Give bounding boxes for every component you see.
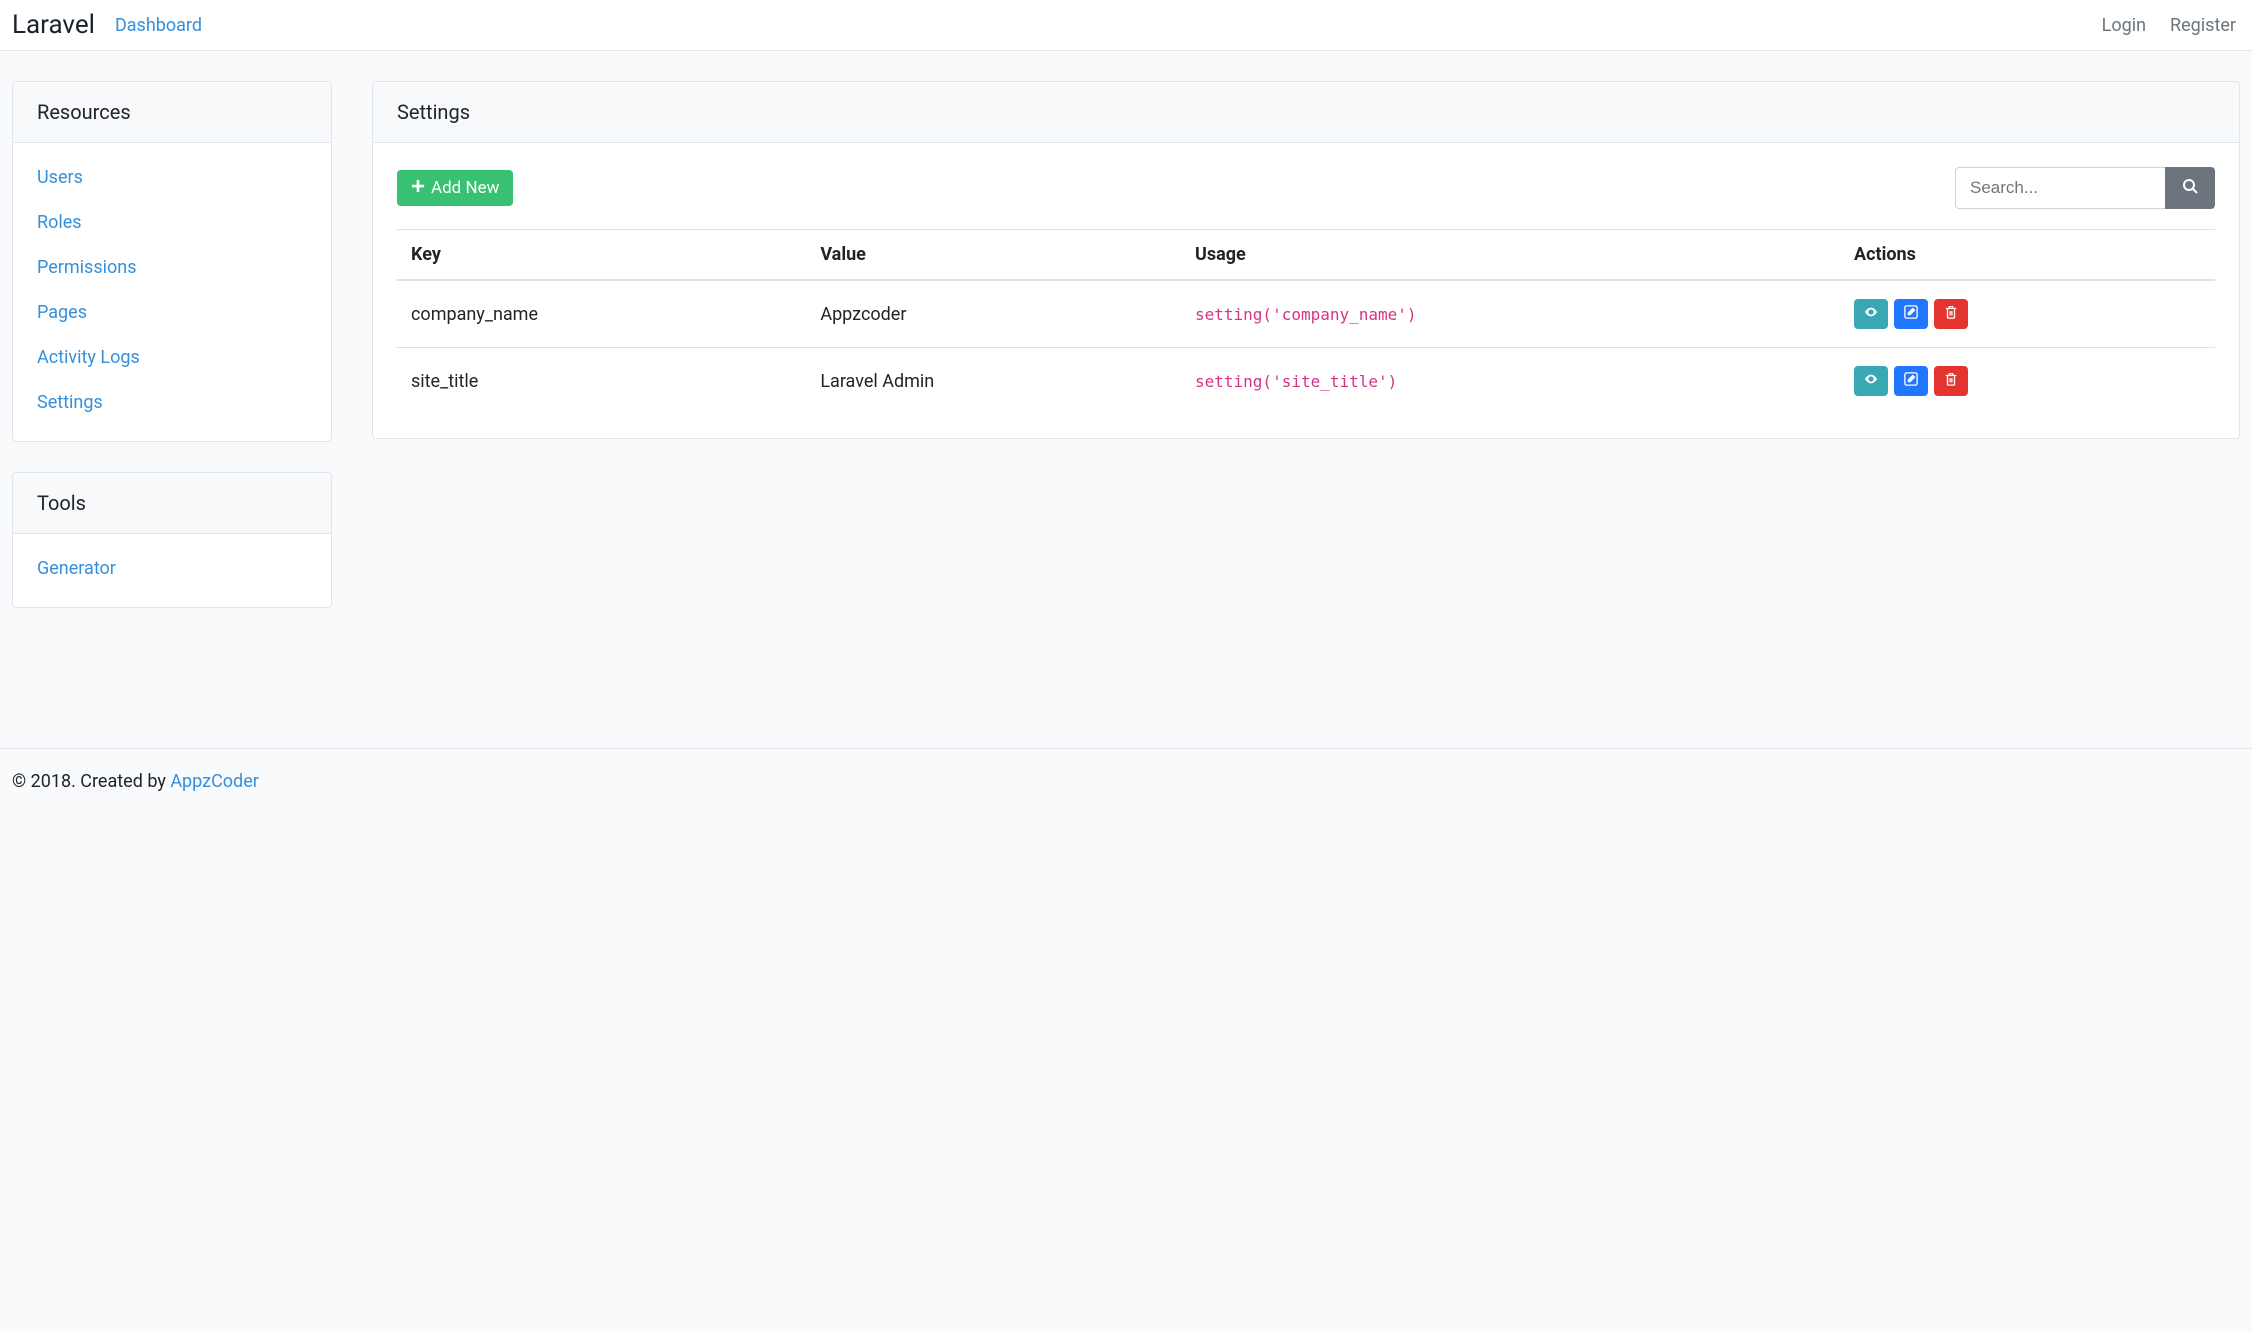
sidebar-item-permissions[interactable]: Permissions xyxy=(37,257,137,278)
plus-icon xyxy=(411,178,425,198)
cell-key: company_name xyxy=(397,280,806,348)
cell-value: Appzcoder xyxy=(806,280,1181,348)
sidebar-item-settings[interactable]: Settings xyxy=(37,392,103,413)
table-row: company_name Appzcoder setting('company_… xyxy=(397,280,2215,348)
cell-usage: setting('company_name') xyxy=(1181,280,1840,348)
add-new-button[interactable]: Add New xyxy=(397,170,513,206)
search-icon xyxy=(2182,178,2198,199)
sidebar-item-roles[interactable]: Roles xyxy=(37,212,82,233)
search-button[interactable] xyxy=(2165,167,2215,209)
settings-header: Settings xyxy=(373,82,2239,143)
eye-icon xyxy=(1864,305,1878,323)
container: Resources Users Roles Permissions Pages … xyxy=(0,51,2252,638)
edit-icon xyxy=(1904,372,1918,390)
cell-actions xyxy=(1840,280,2215,348)
col-key: Key xyxy=(397,230,806,281)
search-group xyxy=(1955,167,2215,209)
sidebar-item-generator[interactable]: Generator xyxy=(37,558,116,579)
nav-dashboard-link[interactable]: Dashboard xyxy=(115,15,202,36)
eye-icon xyxy=(1864,372,1878,390)
usage-code: setting('site_title') xyxy=(1195,372,1397,391)
settings-table: Key Value Usage Actions company_name App… xyxy=(397,229,2215,414)
resources-header: Resources xyxy=(13,82,331,143)
footer: © 2018. Created by AppzCoder xyxy=(0,748,2252,814)
delete-button[interactable] xyxy=(1934,299,1968,329)
tools-card: Tools Generator xyxy=(12,472,332,608)
col-actions: Actions xyxy=(1840,230,2215,281)
view-button[interactable] xyxy=(1854,366,1888,396)
toolbar: Add New xyxy=(397,167,2215,209)
trash-icon xyxy=(1944,372,1958,390)
navbar-brand[interactable]: Laravel xyxy=(12,10,95,40)
table-row: site_title Laravel Admin setting('site_t… xyxy=(397,348,2215,415)
edit-icon xyxy=(1904,305,1918,323)
add-new-label: Add New xyxy=(431,178,499,198)
navbar: Laravel Dashboard Login Register xyxy=(0,0,2252,51)
edit-button[interactable] xyxy=(1894,366,1928,396)
sidebar-item-pages[interactable]: Pages xyxy=(37,302,87,323)
usage-code: setting('company_name') xyxy=(1195,305,1417,324)
resources-list: Users Roles Permissions Pages Activity L… xyxy=(13,143,331,441)
footer-link[interactable]: AppzCoder xyxy=(170,771,259,792)
cell-usage: setting('site_title') xyxy=(1181,348,1840,415)
sidebar-item-activity-logs[interactable]: Activity Logs xyxy=(37,347,140,368)
tools-list: Generator xyxy=(13,534,331,607)
tools-header: Tools xyxy=(13,473,331,534)
main: Settings Add New xyxy=(372,81,2240,439)
navbar-left: Laravel Dashboard xyxy=(12,10,202,40)
cell-value: Laravel Admin xyxy=(806,348,1181,415)
search-input[interactable] xyxy=(1955,167,2165,209)
col-value: Value xyxy=(806,230,1181,281)
cell-key: site_title xyxy=(397,348,806,415)
nav-register-link[interactable]: Register xyxy=(2170,15,2236,36)
footer-text: © 2018. Created by xyxy=(12,771,170,792)
cell-actions xyxy=(1840,348,2215,415)
view-button[interactable] xyxy=(1854,299,1888,329)
settings-card: Settings Add New xyxy=(372,81,2240,439)
delete-button[interactable] xyxy=(1934,366,1968,396)
settings-body: Add New Key xyxy=(373,143,2239,438)
nav-login-link[interactable]: Login xyxy=(2102,15,2146,36)
sidebar-item-users[interactable]: Users xyxy=(37,167,83,188)
edit-button[interactable] xyxy=(1894,299,1928,329)
trash-icon xyxy=(1944,305,1958,323)
sidebar: Resources Users Roles Permissions Pages … xyxy=(12,81,332,608)
navbar-right: Login Register xyxy=(2102,15,2240,36)
resources-card: Resources Users Roles Permissions Pages … xyxy=(12,81,332,442)
col-usage: Usage xyxy=(1181,230,1840,281)
